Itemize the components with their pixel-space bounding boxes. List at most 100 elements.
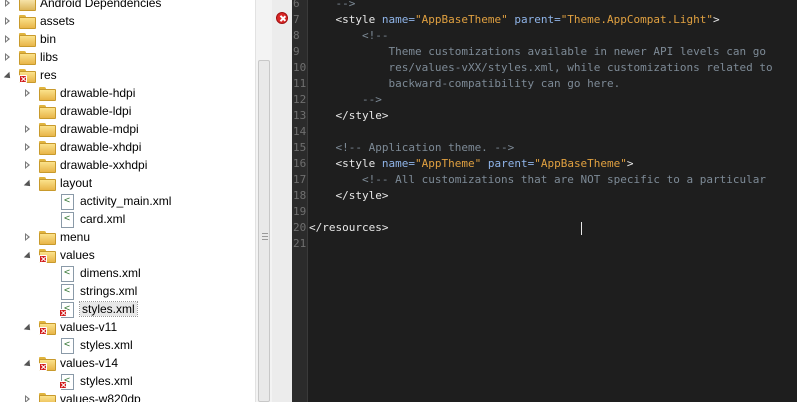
collapse-arrow-icon[interactable] <box>23 318 33 336</box>
xml-file-icon <box>59 338 75 354</box>
xml-file-icon <box>59 374 75 390</box>
xml-file-icon <box>59 194 75 210</box>
expand-arrow-icon[interactable] <box>3 12 13 30</box>
tree-item-label: styles.xml <box>80 374 133 388</box>
line-number: 17 <box>293 173 307 186</box>
line-number: 19 <box>293 205 307 218</box>
error-marker-icon[interactable] <box>276 12 288 24</box>
code-line[interactable]: Theme customizations available in newer … <box>309 44 766 60</box>
tree-item-label: menu <box>60 230 91 244</box>
code-line[interactable]: </style> <box>309 188 388 204</box>
tree-folder-item[interactable]: libs <box>3 48 58 66</box>
explorer-scrollbar-thumb[interactable] <box>258 60 270 402</box>
line-number: 7 <box>293 13 300 26</box>
tree-folder-item[interactable]: values <box>23 246 95 264</box>
tree-item-label: card.xml <box>80 212 126 226</box>
tree-folder-item[interactable]: layout <box>23 174 92 192</box>
line-number: 9 <box>293 45 300 58</box>
code-token: </style> <box>309 189 389 202</box>
code-token: "AppTheme" <box>414 157 482 170</box>
tree-file-item[interactable]: styles.xml <box>43 336 133 354</box>
tree-folder-item[interactable]: drawable-ldpi <box>23 102 131 120</box>
code-line[interactable]: <!-- Application theme. --> <box>309 140 514 156</box>
xml-editor[interactable]: 6 --> 7 <style name="AppBaseTheme" parent… <box>272 0 797 402</box>
tree-file-item[interactable]: strings.xml <box>43 282 137 300</box>
code-line[interactable]: res/values-vXX/styles.xml, while customi… <box>309 60 773 76</box>
tree-file-item[interactable]: dimens.xml <box>43 264 141 282</box>
tree-folder-item[interactable]: values-v11 <box>23 318 117 336</box>
code-line[interactable]: <style name="AppBaseTheme" parent="Theme… <box>309 12 720 28</box>
tree-item-label: values-v14 <box>60 356 119 370</box>
tree-folder-item[interactable]: Android Dependencies <box>3 0 161 12</box>
tree-file-item[interactable]: styles.xml <box>43 300 138 318</box>
explorer-scrollbar[interactable] <box>255 0 272 402</box>
tree-item-label: drawable-ldpi <box>60 104 132 118</box>
tree-folder-item[interactable]: menu <box>23 228 90 246</box>
code-token: name= <box>381 157 415 170</box>
tree-folder-item[interactable]: bin <box>3 30 56 48</box>
tree-folder-item[interactable]: drawable-mdpi <box>23 120 139 138</box>
tree-file-item[interactable]: activity_main.xml <box>43 192 171 210</box>
expand-arrow-icon[interactable] <box>3 30 13 48</box>
code-line[interactable]: </style> <box>309 108 388 124</box>
code-token: res/values-vXX/styles.xml, while customi… <box>309 61 773 74</box>
expand-arrow-icon[interactable] <box>23 156 33 174</box>
tree-folder-item[interactable]: values-v14 <box>23 354 118 372</box>
collapse-arrow-icon[interactable] <box>23 246 33 264</box>
code-token: > <box>713 13 720 26</box>
line-number: 16 <box>293 157 307 170</box>
expand-arrow-icon[interactable] <box>23 228 33 246</box>
expand-arrow-icon[interactable] <box>23 84 33 102</box>
code-line[interactable]: <style name="AppTheme" parent="AppBaseTh… <box>309 156 633 172</box>
code-token: <!-- Application theme. --> <box>309 141 515 154</box>
code-line[interactable]: <!-- All customizations that are NOT spe… <box>309 172 766 188</box>
tree-folder-item[interactable]: drawable-xxhdpi <box>23 156 147 174</box>
error-badge-icon <box>19 75 27 83</box>
code-line[interactable]: </resources> <box>309 220 388 236</box>
code-token: <style <box>309 157 382 170</box>
expand-arrow-icon[interactable] <box>3 0 13 12</box>
code-line[interactable]: <!-- <box>309 28 389 44</box>
tree-file-item[interactable]: card.xml <box>43 210 125 228</box>
code-line[interactable]: backward-compatibility can go here. <box>309 76 620 92</box>
tree-item-label: drawable-xxhdpi <box>60 158 148 172</box>
collapse-arrow-icon[interactable] <box>23 174 33 192</box>
line-number: 15 <box>293 141 307 154</box>
code-line[interactable]: --> <box>309 92 382 108</box>
expand-arrow-icon[interactable] <box>23 120 33 138</box>
collapse-arrow-icon[interactable] <box>3 66 13 84</box>
code-line[interactable]: --> <box>309 0 355 12</box>
tree-folder-item[interactable]: drawable-hdpi <box>23 84 135 102</box>
tree-item-label: values <box>60 248 95 262</box>
editor-marker-ruler[interactable] <box>272 0 292 402</box>
collapse-arrow-icon[interactable] <box>23 354 33 372</box>
tree-item-label: values-w820dp <box>60 392 141 402</box>
tree-item-label: assets <box>40 14 75 28</box>
tree-folder-item[interactable]: res <box>3 66 57 84</box>
expand-arrow-icon[interactable] <box>23 390 33 402</box>
tree-file-item[interactable]: styles.xml <box>43 372 133 390</box>
error-badge-icon <box>59 309 67 317</box>
xml-file-icon <box>59 302 75 318</box>
folder-icon <box>39 104 56 119</box>
expand-arrow-icon[interactable] <box>3 48 13 66</box>
tree-folder-item[interactable]: assets <box>3 12 75 30</box>
expand-arrow-icon[interactable] <box>23 138 33 156</box>
line-number: 10 <box>293 61 307 74</box>
tree-folder-item[interactable]: drawable-xhdpi <box>23 138 141 156</box>
tree-folder-item[interactable]: values-w820dp <box>23 390 141 402</box>
code-token: </style> <box>309 109 389 122</box>
code-token: </resources> <box>309 221 389 234</box>
folder-icon <box>39 356 56 371</box>
error-badge-icon <box>39 255 47 263</box>
line-number: 8 <box>293 29 300 42</box>
line-number: 21 <box>293 237 307 250</box>
folder-icon <box>39 320 56 335</box>
folder-icon <box>39 392 56 402</box>
xml-file-icon <box>59 212 75 228</box>
